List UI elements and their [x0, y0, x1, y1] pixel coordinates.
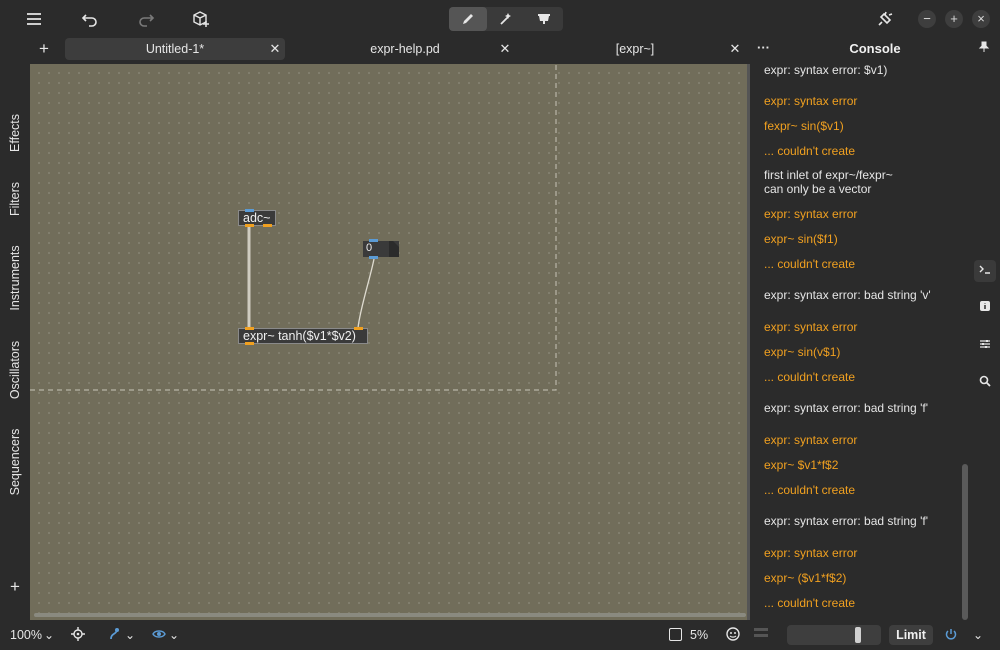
search-icon[interactable]	[974, 372, 996, 394]
console-message: expr~ ($v1*f$2)	[764, 571, 847, 585]
zoom-level[interactable]: 100%	[10, 628, 42, 642]
adc-inlet[interactable]	[245, 209, 254, 212]
maximize-button[interactable]: +	[945, 10, 963, 28]
canvas-horizontal-scrollbar[interactable]	[34, 613, 746, 617]
edit-mode-pencil-icon[interactable]	[449, 7, 487, 31]
console-message: expr: syntax error: bad string 'f'	[764, 401, 928, 415]
connection-chevron-down-icon[interactable]: ⌄	[125, 627, 135, 643]
console-message: expr~ sin(v$1)	[764, 345, 841, 359]
sidebar-item-instruments[interactable]: Instruments	[8, 245, 22, 310]
top-toolbar: − + ×	[0, 0, 1000, 38]
console-message: expr: syntax error	[764, 546, 858, 560]
control-wire	[357, 258, 375, 329]
presentation-mode-icon[interactable]	[525, 7, 563, 31]
close-tab-expr-icon[interactable]: ✕	[727, 38, 743, 60]
tab-untitled-1[interactable]: Untitled-1*	[65, 38, 285, 60]
tab-label: expr-help.pd	[370, 42, 440, 56]
level-meter-icon	[754, 628, 768, 642]
grid-snap-icon[interactable]	[71, 627, 85, 645]
console-message: expr~ sin($f1)	[764, 232, 838, 246]
number-box-inlet[interactable]	[369, 239, 378, 242]
visibility-chevron-down-icon[interactable]: ⌄	[169, 627, 179, 643]
sidebar-item-effects[interactable]: Effects	[8, 114, 22, 152]
console-message: ... couldn't create	[764, 483, 856, 497]
console-message: ... couldn't create	[764, 257, 856, 271]
app-window: − + × + Untitled-1* ✕ expr-help.pd ✕ [ex…	[0, 0, 1000, 650]
volume-slider[interactable]	[787, 625, 881, 645]
close-window-button[interactable]: ×	[972, 10, 990, 28]
adc-outlet-right[interactable]	[263, 224, 272, 227]
connection-style-icon[interactable]	[108, 627, 122, 645]
plugin-icon[interactable]	[874, 8, 896, 30]
volume-slider-thumb[interactable]	[854, 627, 861, 643]
dsp-face-icon[interactable]	[726, 627, 740, 645]
minimize-button[interactable]: −	[918, 10, 936, 28]
limit-button[interactable]: Limit	[889, 625, 933, 645]
visibility-eye-icon[interactable]	[152, 627, 166, 645]
console-message: expr: syntax error	[764, 207, 858, 221]
hamburger-menu-icon[interactable]	[23, 8, 45, 30]
console-message: expr: syntax error: bad string 'f'	[764, 514, 928, 528]
close-tab-expr-help-icon[interactable]: ✕	[497, 38, 513, 60]
console-message: ... couldn't create	[764, 596, 856, 610]
tab-label: Untitled-1*	[145, 42, 205, 56]
console-message: expr: syntax error	[764, 94, 858, 108]
console-message: ... couldn't create	[764, 370, 856, 384]
console-message: fexpr~ sin($v1)	[764, 119, 844, 133]
adc-object-label: adc~	[243, 211, 271, 225]
pin-icon[interactable]	[978, 41, 992, 56]
zoom-chevron-down-icon[interactable]: ⌄	[44, 627, 54, 643]
add-object-icon[interactable]	[190, 8, 212, 30]
sidebar-item-sequencers[interactable]: Sequencers	[8, 429, 22, 496]
console-message: first inlet of expr~/fexpr~ can only be …	[764, 168, 893, 196]
console-message: expr: syntax error: $v1)	[764, 63, 888, 77]
power-icon[interactable]	[944, 627, 958, 645]
run-mode-wand-icon[interactable]	[487, 7, 525, 31]
close-tab-untitled-icon[interactable]: ✕	[267, 38, 283, 60]
cpu-usage: 5%	[690, 628, 709, 642]
number-box-value: 0	[366, 242, 373, 254]
number-box[interactable]: 0	[363, 239, 399, 259]
console-more-button[interactable]: ···	[757, 40, 773, 55]
console-log[interactable]: expr: syntax error: $v1) expr: syntax err…	[752, 63, 970, 620]
cpu-icon	[669, 628, 682, 641]
expr-inlet-left[interactable]	[245, 327, 254, 330]
tab-label: [expr~]	[615, 42, 655, 56]
console-message: expr: syntax error	[764, 433, 858, 447]
redo-icon[interactable]	[135, 8, 157, 30]
expr-object[interactable]: expr~ tanh($v1*$v2)	[238, 327, 368, 345]
console-icon[interactable]	[974, 260, 996, 282]
console-title: Console	[849, 41, 901, 56]
expr-object-label: expr~ tanh($v1*$v2)	[243, 329, 356, 343]
mode-switcher	[449, 7, 563, 31]
console-message: expr~ $v1*f$2	[764, 458, 839, 472]
sidebar-add-button[interactable]: +	[6, 578, 24, 596]
number-box-outlet[interactable]	[369, 256, 378, 259]
expr-outlet[interactable]	[245, 342, 254, 345]
library-sidebar: Effects Filters Instruments Oscillators …	[0, 62, 30, 620]
sidebar-item-oscillators[interactable]: Oscillators	[8, 341, 22, 399]
sliders-icon[interactable]	[974, 335, 996, 357]
new-tab-button[interactable]: +	[33, 38, 55, 61]
tab-expr-help[interactable]: expr-help.pd	[295, 38, 515, 60]
undo-icon[interactable]	[79, 8, 101, 30]
sidebar-item-filters[interactable]: Filters	[8, 182, 22, 216]
adc-outlet-left[interactable]	[245, 224, 254, 227]
audio-chevron-down-icon[interactable]: ⌄	[973, 627, 983, 643]
tab-expr[interactable]: [expr~]	[525, 38, 745, 60]
patch-canvas[interactable]: adc~ 0 expr~ tanh($v1*$v2)	[30, 64, 748, 620]
console-message: expr: syntax error	[764, 320, 858, 334]
expr-inlet-right[interactable]	[354, 327, 363, 330]
console-scrollbar[interactable]	[962, 464, 968, 620]
adc-object[interactable]: adc~	[238, 209, 276, 227]
console-message: expr: syntax error: bad string 'v'	[764, 288, 931, 302]
console-message: ... couldn't create	[764, 144, 856, 158]
info-icon[interactable]	[974, 297, 996, 319]
patch-wires	[30, 64, 557, 391]
